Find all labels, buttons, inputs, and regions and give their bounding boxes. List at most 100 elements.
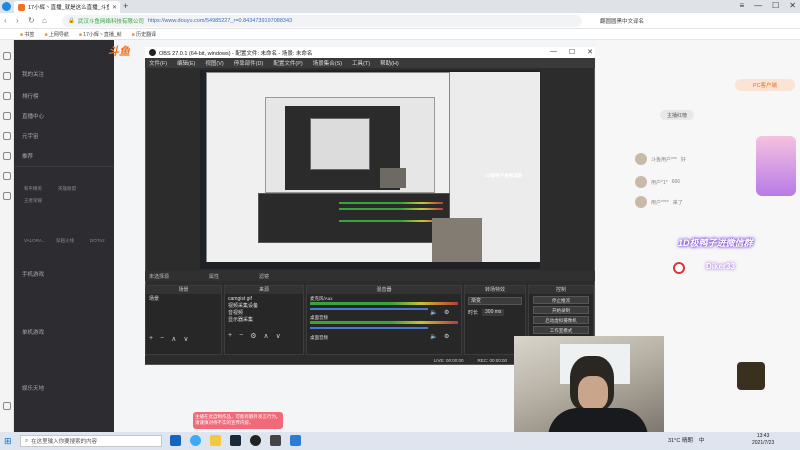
minimize-icon[interactable]: — bbox=[754, 1, 762, 10]
move-down-icon[interactable]: ∨ bbox=[183, 335, 188, 343]
transition-select[interactable]: 渐变 bbox=[468, 297, 522, 305]
steam-icon[interactable] bbox=[230, 435, 241, 446]
input-language[interactable]: 中 bbox=[699, 436, 705, 444]
stop-streaming-button[interactable]: 停止推流 bbox=[533, 296, 589, 304]
browser-taskbar-icon[interactable] bbox=[290, 435, 301, 446]
app-taskbar-icon[interactable] bbox=[270, 435, 281, 446]
menu-scene-collection[interactable]: 场景集合(S) bbox=[313, 59, 342, 67]
sidebar-item-rank[interactable]: 排行榜 bbox=[22, 92, 39, 100]
bookmark-item[interactable]: 17小辉丶直播_就 bbox=[79, 31, 121, 38]
maximize-icon[interactable]: ☐ bbox=[569, 48, 575, 56]
mail-icon[interactable] bbox=[3, 192, 11, 200]
move-up-icon[interactable]: ∧ bbox=[263, 332, 268, 340]
task-view-icon[interactable] bbox=[170, 435, 181, 446]
taskbar-search[interactable]: ⌕ 在这里输入你要搜索的内容 bbox=[20, 435, 162, 447]
filters-button[interactable]: 滤镜 bbox=[259, 273, 269, 280]
menu-view[interactable]: 视图(V) bbox=[205, 59, 223, 67]
avatar[interactable] bbox=[635, 153, 647, 165]
browser-search-hint[interactable]: 翻圆圆黑中文译名 bbox=[600, 17, 644, 25]
close-window-icon[interactable]: ✕ bbox=[789, 1, 796, 10]
source-item[interactable]: 显示器采集 bbox=[228, 317, 300, 324]
activity-badge[interactable] bbox=[756, 136, 796, 196]
category-link[interactable]: VALORA... bbox=[24, 238, 46, 243]
add-icon[interactable]: + bbox=[149, 335, 153, 343]
menu-file[interactable]: 文件(F) bbox=[149, 59, 167, 67]
move-down-icon[interactable]: ∨ bbox=[276, 332, 281, 340]
start-recording-button[interactable]: 开始录制 bbox=[533, 306, 589, 314]
menu-edit[interactable]: 编辑(E) bbox=[177, 59, 195, 67]
remove-icon[interactable]: − bbox=[160, 335, 164, 343]
sidebar-section-fun[interactable]: 娱乐天地 bbox=[22, 384, 44, 392]
volume-slider[interactable] bbox=[310, 327, 429, 329]
gear-icon[interactable]: ⚙ bbox=[444, 333, 449, 340]
url-field[interactable]: 🔒 武汉斗鱼网络科技有限公司 https://www.douyu.com/549… bbox=[62, 15, 582, 27]
chat-icon[interactable] bbox=[3, 152, 11, 160]
bookmark-item[interactable]: 历史翻译 bbox=[132, 31, 156, 38]
pc-client-button[interactable]: PC客户端 bbox=[735, 79, 795, 91]
search-icon[interactable] bbox=[3, 92, 11, 100]
menu-icon[interactable]: ≡ bbox=[739, 1, 744, 10]
bookmark-item[interactable]: 上网导航 bbox=[44, 31, 69, 38]
bookmark-item[interactable]: 书签 bbox=[20, 31, 34, 38]
source-item[interactable]: 音视频 bbox=[228, 310, 300, 317]
home-icon[interactable]: ⌂ bbox=[42, 16, 47, 25]
download-icon[interactable] bbox=[3, 112, 11, 120]
duration-input[interactable]: 300 ms bbox=[482, 309, 505, 316]
virtual-camera-button[interactable]: 启动虚拟摄像机 bbox=[533, 316, 589, 324]
refresh-icon[interactable]: ↻ bbox=[28, 16, 35, 25]
taskbar-clock[interactable]: 13:43 2021/7/23 bbox=[752, 433, 774, 447]
add-tool-icon[interactable] bbox=[3, 402, 11, 410]
close-tab-icon[interactable]: ✕ bbox=[112, 4, 117, 11]
menu-help[interactable]: 帮助(H) bbox=[380, 59, 399, 67]
chat-username[interactable]: 用户**** bbox=[651, 199, 669, 206]
category-link[interactable]: DOTA2 bbox=[90, 238, 105, 243]
maximize-icon[interactable]: ☐ bbox=[772, 1, 779, 10]
source-item[interactable]: 视频采集设备 bbox=[228, 303, 300, 310]
add-icon[interactable]: + bbox=[228, 332, 232, 340]
remove-icon[interactable]: − bbox=[239, 332, 243, 340]
windows-start-icon[interactable]: ⊞ bbox=[4, 436, 12, 447]
source-item[interactable]: camgist gif bbox=[228, 296, 300, 303]
sidebar-item-follow[interactable]: 我的关注 bbox=[22, 70, 44, 78]
obs-taskbar-icon[interactable] bbox=[250, 435, 261, 446]
category-link[interactable]: 英雄联盟 bbox=[58, 186, 76, 192]
back-icon[interactable]: ‹ bbox=[4, 16, 7, 25]
minimize-icon[interactable]: — bbox=[550, 48, 557, 56]
move-up-icon[interactable]: ∧ bbox=[171, 335, 176, 343]
douyu-logo[interactable]: 斗鱼 bbox=[108, 43, 130, 59]
chat-username[interactable]: 用户*1* bbox=[651, 179, 668, 186]
browser-tab-active[interactable]: 17小辉丶直播_就是这么直播_斗鱼直... ✕ bbox=[14, 1, 120, 13]
forward-icon[interactable]: › bbox=[16, 16, 19, 25]
close-window-icon[interactable]: ✕ bbox=[587, 48, 593, 56]
sidebar-item-metaverse[interactable]: 元宇宙 bbox=[22, 132, 39, 140]
level-badge[interactable] bbox=[737, 362, 765, 390]
history-icon[interactable] bbox=[3, 72, 11, 80]
avatar[interactable] bbox=[635, 176, 647, 188]
sidebar-item-live-center[interactable]: 直播中心 bbox=[22, 112, 44, 120]
weather-text[interactable]: 31°C 晴朗 bbox=[668, 436, 693, 444]
new-tab-button[interactable]: + bbox=[123, 1, 128, 11]
properties-button[interactable]: 属性 bbox=[209, 273, 219, 280]
sidebar-section-single[interactable]: 单机游戏 bbox=[22, 328, 44, 336]
category-link[interactable]: 王者荣耀 bbox=[24, 198, 42, 204]
studio-mode-button[interactable]: 工作室模式 bbox=[533, 326, 589, 334]
menu-profile[interactable]: 配置文件(P) bbox=[273, 59, 302, 67]
warning-popup[interactable]: 主播在此自制作品，可能有额外发言行为。请谨慎对待不实的宣传内容。 bbox=[193, 412, 283, 429]
volume-slider[interactable] bbox=[310, 308, 429, 310]
avatar[interactable] bbox=[635, 196, 647, 208]
sidebar-section-mobile[interactable]: 手机游戏 bbox=[22, 270, 44, 278]
edge-icon[interactable] bbox=[190, 435, 201, 446]
cart-icon[interactable] bbox=[3, 172, 11, 180]
gear-icon[interactable]: ⚙ bbox=[250, 332, 256, 340]
chat-username[interactable]: 斗鱼用户*** bbox=[651, 156, 677, 163]
menu-docks[interactable]: 停靠部件(D) bbox=[234, 59, 264, 67]
category-link[interactable]: 和平精英 bbox=[24, 186, 42, 192]
notes-icon[interactable] bbox=[3, 132, 11, 140]
gear-icon[interactable]: ⚙ bbox=[444, 309, 449, 316]
top-streamer-button[interactable]: 主播红榜 bbox=[660, 110, 694, 120]
category-link[interactable]: 穿越火线 bbox=[56, 238, 74, 244]
scene-item[interactable]: 场景 bbox=[146, 294, 221, 305]
file-explorer-icon[interactable] bbox=[210, 435, 221, 446]
sidebar-item-recommend[interactable]: 推荐 bbox=[22, 152, 33, 160]
speaker-icon[interactable]: 🔈 bbox=[430, 309, 437, 316]
